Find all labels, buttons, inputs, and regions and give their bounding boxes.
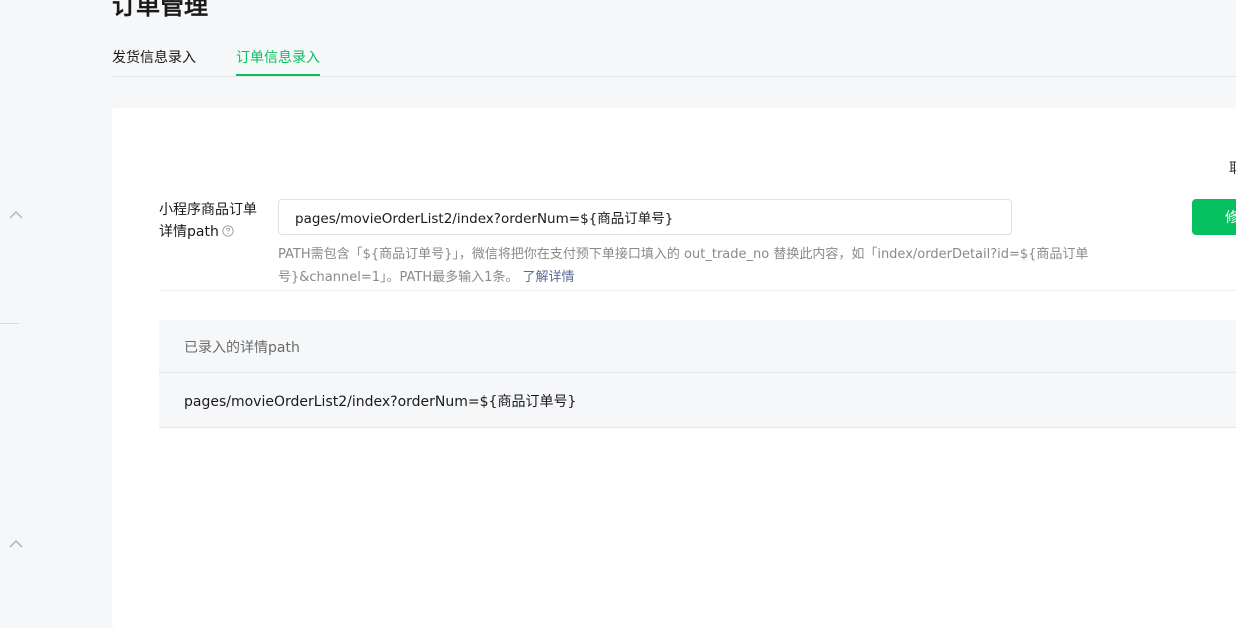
chevron-up-icon[interactable]: [9, 210, 23, 220]
tab-bar: 发货信息录入 订单信息录入: [112, 36, 1236, 77]
help-circle-icon[interactable]: [222, 225, 234, 237]
path-hint: PATH需包含「${商品订单号}」，微信将把你在支付预下单接口填入的 out_t…: [278, 243, 1158, 289]
left-rail: [0, 0, 23, 613]
learn-more-link[interactable]: 了解详情: [523, 270, 575, 285]
recorded-paths-table: 已录入的详情path pages/movieOrderList2/index?o…: [159, 320, 1236, 428]
detail-path-input[interactable]: [278, 199, 1012, 235]
path-hint-text: PATH需包含「${商品订单号}」，微信将把你在支付预下单接口填入的 out_t…: [278, 247, 1089, 285]
edit-button[interactable]: 修改: [1192, 199, 1236, 235]
divider: [0, 323, 19, 324]
chevron-up-icon[interactable]: [9, 539, 23, 549]
active-tab-indicator: [236, 74, 320, 76]
table-header: 已录入的详情path: [159, 320, 1236, 373]
table-row: pages/movieOrderList2/index?orderNum=${商…: [159, 373, 1236, 428]
tab-order-info[interactable]: 订单信息录入: [236, 47, 320, 67]
detail-path-label: 小程序商品订单详情path: [159, 199, 269, 243]
tab-shipping-info[interactable]: 发货信息录入: [112, 47, 196, 67]
detail-path-label-text: 小程序商品订单详情path: [159, 202, 257, 240]
detail-path-form-row: 小程序商品订单详情path PATH需包含「${商品订单号}」，微信将把你在支付…: [159, 195, 1236, 290]
corner-text[interactable]: 取: [1229, 158, 1236, 178]
content-card: 取 小程序商品订单详情path PATH需包含「${商品订单号}」，微信将把你在…: [112, 108, 1236, 628]
page-title: 订单管理: [112, 0, 208, 20]
